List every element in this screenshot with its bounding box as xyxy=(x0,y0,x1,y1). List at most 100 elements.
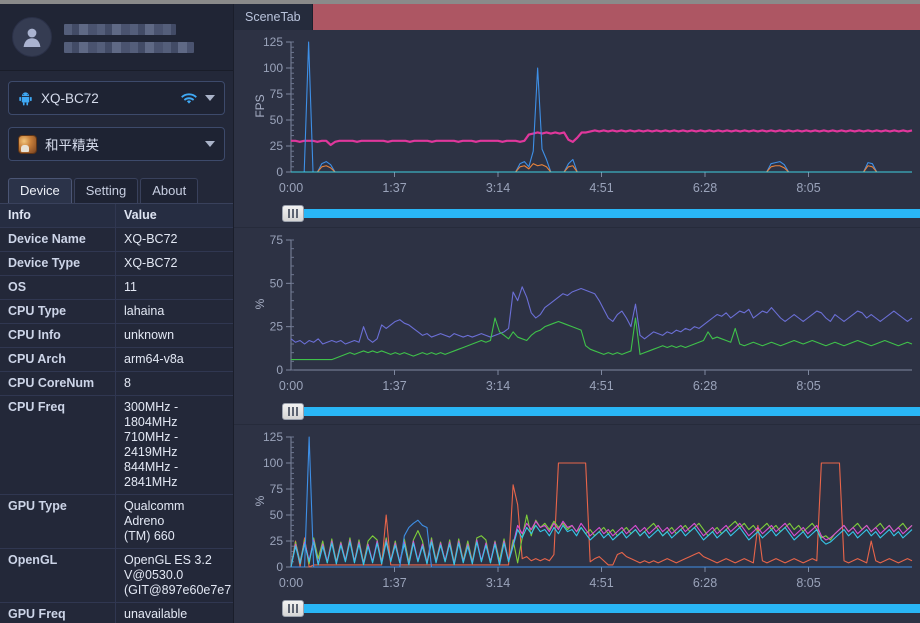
table-cell-info: GPU Freq xyxy=(0,603,116,623)
main-panel: SceneTab 0 25 50 75 100 125 0:00 1:37 3:14 4:51 6:… xyxy=(234,4,920,623)
user-avatar-icon xyxy=(23,28,41,47)
username-redacted xyxy=(64,23,176,35)
svg-text:25: 25 xyxy=(270,534,284,548)
svg-text:6:28: 6:28 xyxy=(693,576,717,590)
table-row[interactable]: Device Name XQ-BC72 xyxy=(0,228,233,252)
table-row[interactable]: CPU Info unknown xyxy=(0,324,233,348)
table-row[interactable]: GPU Type Qualcomm Adreno (TM) 660 xyxy=(0,495,233,549)
app-root: XQ-BC72 和平精英 Device Setting About Info V… xyxy=(0,0,920,623)
table-cell-info: CPU Type xyxy=(0,300,116,323)
table-row[interactable]: CPU Arch arm64-v8a xyxy=(0,348,233,372)
svg-text:100: 100 xyxy=(263,61,283,75)
plot-area-3[interactable]: 0 25 50 75 100 125 0:00 1:37 3:14 4:51 6:28 8:05% xyxy=(234,425,920,597)
svg-text:8:05: 8:05 xyxy=(796,379,820,393)
table-row[interactable]: CPU Type lahaina xyxy=(0,300,233,324)
svg-text:1:37: 1:37 xyxy=(382,576,406,590)
svg-text:25: 25 xyxy=(270,320,284,334)
table-cell-value: 11 xyxy=(124,280,137,294)
table-cell-info: Device Type xyxy=(0,252,116,275)
svg-text:0: 0 xyxy=(276,165,283,179)
svg-text:4:51: 4:51 xyxy=(589,181,613,195)
device-selector[interactable]: XQ-BC72 xyxy=(8,81,225,115)
svg-text:6:28: 6:28 xyxy=(693,181,717,195)
chevron-down-icon[interactable] xyxy=(205,95,215,101)
svg-text:0: 0 xyxy=(276,363,283,377)
tabbar-fill xyxy=(312,4,920,30)
table-cell-value: XQ-BC72 xyxy=(124,256,178,270)
timeline-scrollbar-2[interactable] xyxy=(234,400,920,422)
timeline-scrollbar-3[interactable] xyxy=(234,597,920,619)
tab-device-label: Device xyxy=(20,183,60,198)
android-robot-icon xyxy=(18,91,33,106)
avatar xyxy=(12,17,52,57)
series-line-fps xyxy=(291,129,913,147)
tab-scenetab[interactable]: SceneTab xyxy=(234,4,313,30)
svg-text:50: 50 xyxy=(270,276,284,290)
grip-handle-icon[interactable] xyxy=(282,204,304,222)
table-row[interactable]: OpenGL OpenGL ES 3.2 V@0530.0 (GIT@897e60e7… xyxy=(0,549,233,603)
svg-text:1:37: 1:37 xyxy=(382,379,406,393)
grip-line xyxy=(296,406,298,416)
charts-container: 0 25 50 75 100 125 0:00 1:37 3:14 4:51 6:28 8:05 FPS… xyxy=(234,30,920,621)
grip-line xyxy=(296,208,298,218)
tab-setting[interactable]: Setting xyxy=(73,178,139,203)
table-cell-value: 8 xyxy=(124,376,131,390)
series-line-bigjank xyxy=(291,163,912,173)
grip-handle-icon[interactable] xyxy=(282,599,304,617)
svg-text:75: 75 xyxy=(270,233,284,247)
table-row[interactable]: Device Type XQ-BC72 xyxy=(0,252,233,276)
table-cell-value: OpenGL ES 3.2 V@0530.0 (GIT@897e60e7e7 xyxy=(124,553,232,597)
table-cell-value: XQ-BC72 xyxy=(124,232,178,246)
chart-svg-2: 0 25 50 75 0:00 1:37 3:14 4:51 6:28 8:05 xyxy=(270,233,913,393)
table-cell-value: Qualcomm Adreno (TM) 660 xyxy=(124,499,185,543)
table-row[interactable]: GPU Freq unavailable xyxy=(0,603,233,623)
chart-svg-1: 0 25 50 75 100 125 0:00 1:37 3:14 4:51 6:28 8:05 xyxy=(263,35,913,195)
profile-text xyxy=(64,22,221,53)
tab-scenetab-label: SceneTab xyxy=(245,10,301,24)
scrollbar-track[interactable] xyxy=(282,204,920,222)
table-row[interactable]: CPU CoreNum 8 xyxy=(0,372,233,396)
grip-line xyxy=(288,603,290,613)
app-selector[interactable]: 和平精英 xyxy=(8,127,225,161)
grip-line xyxy=(292,603,294,613)
plot-area-1[interactable]: 0 25 50 75 100 125 0:00 1:37 3:14 4:51 6:28 8:05 FPS xyxy=(234,30,920,202)
table-cell-value: 300MHz - 1804MHz 710MHz - 2419MHz 844MHz -… xyxy=(124,400,179,489)
svg-text:25: 25 xyxy=(270,139,284,153)
scrollbar-track[interactable] xyxy=(282,402,920,420)
chart-2-y-axis-label: % xyxy=(253,298,267,310)
device-info-table: Info Value Device Name XQ-BC72 Device Type XQ… xyxy=(0,203,233,623)
grip-handle-icon[interactable] xyxy=(282,402,304,420)
svg-text:3:14: 3:14 xyxy=(486,379,510,393)
grip-line xyxy=(288,208,290,218)
svg-text:3:14: 3:14 xyxy=(486,576,510,590)
table-header-row: Info Value xyxy=(0,204,233,228)
tab-about[interactable]: About xyxy=(140,178,199,203)
svg-text:50: 50 xyxy=(270,508,284,522)
table-cell-info: Device Name xyxy=(0,228,116,251)
svg-text:1:37: 1:37 xyxy=(382,181,406,195)
svg-text:75: 75 xyxy=(270,482,284,496)
svg-text:125: 125 xyxy=(263,430,283,444)
scrollbar-track[interactable] xyxy=(282,599,920,617)
grip-line xyxy=(288,406,290,416)
timeline-scrollbar-1[interactable] xyxy=(234,202,920,224)
table-cell-info: CPU Info xyxy=(0,324,116,347)
user-profile-panel xyxy=(0,4,233,71)
svg-text:100: 100 xyxy=(263,456,283,470)
grip-line xyxy=(292,208,294,218)
table-cell-value: lahaina xyxy=(124,304,165,318)
table-row[interactable]: CPU Freq 300MHz - 1804MHz 710MHz - 2419MHz… xyxy=(0,396,233,495)
table-row[interactable]: OS 11 xyxy=(0,276,233,300)
svg-text:0:00: 0:00 xyxy=(279,181,303,195)
series-line-jank xyxy=(291,41,912,173)
svg-text:0:00: 0:00 xyxy=(279,576,303,590)
chart-1-y-axis-label: FPS xyxy=(253,94,267,118)
series-line-cpu-app xyxy=(291,317,913,361)
tab-device[interactable]: Device xyxy=(8,178,72,203)
table-cell-value: unavailable xyxy=(124,607,188,621)
plot-area-2[interactable]: 0 25 50 75 0:00 1:37 3:14 4:51 6:28 8:05% xyxy=(234,228,920,400)
table-cell-value: arm64-v8a xyxy=(124,352,184,366)
table-cell-info: CPU CoreNum xyxy=(0,372,116,395)
svg-text:6:28: 6:28 xyxy=(693,379,717,393)
chevron-down-icon[interactable] xyxy=(205,141,215,147)
